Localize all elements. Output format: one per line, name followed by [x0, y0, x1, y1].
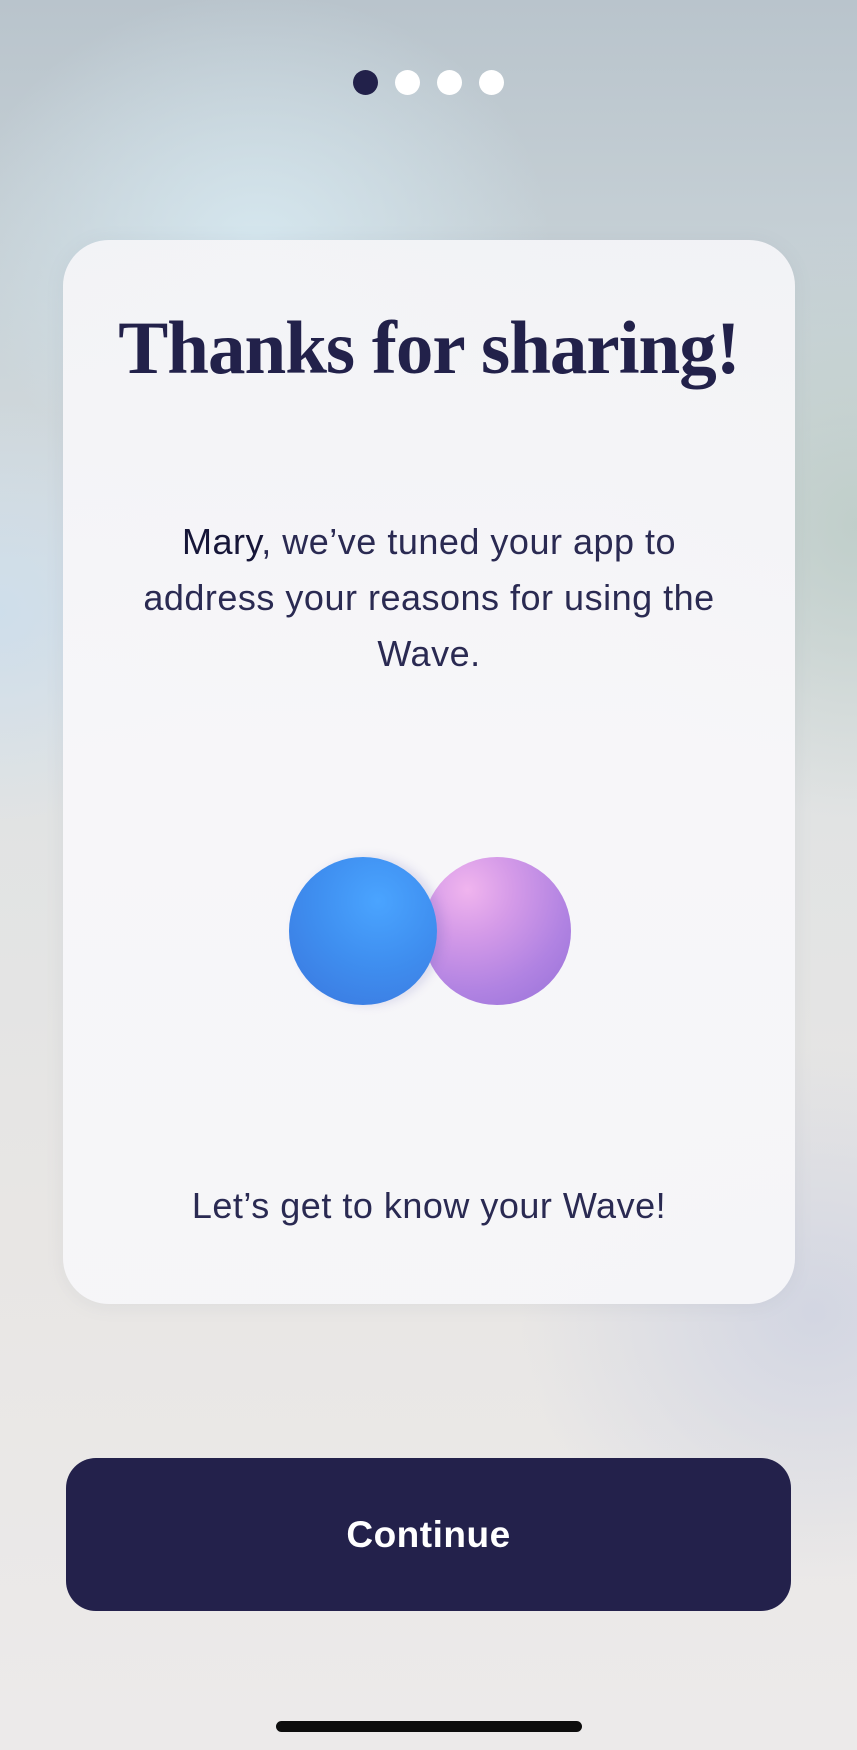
page-dot-3 [437, 70, 462, 95]
page-title: Thanks for sharing! [118, 307, 740, 390]
continue-button[interactable]: Continue [66, 1458, 791, 1611]
personalized-message: Mary, we’ve tuned your app to address yo… [129, 514, 729, 682]
blue-orb [289, 857, 437, 1005]
page-dot-4 [479, 70, 504, 95]
wave-logo-orbs [289, 857, 572, 1007]
home-indicator[interactable] [276, 1721, 582, 1732]
user-name: Mary [181, 521, 262, 562]
onboarding-card: Thanks for sharing! Mary, we’ve tuned yo… [63, 240, 795, 1304]
page-dot-1 [353, 70, 378, 95]
page-dot-2 [395, 70, 420, 95]
cta-text: Let’s get to know your Wave! [191, 1185, 667, 1226]
purple-orb [423, 857, 571, 1005]
page-indicator [0, 70, 857, 95]
